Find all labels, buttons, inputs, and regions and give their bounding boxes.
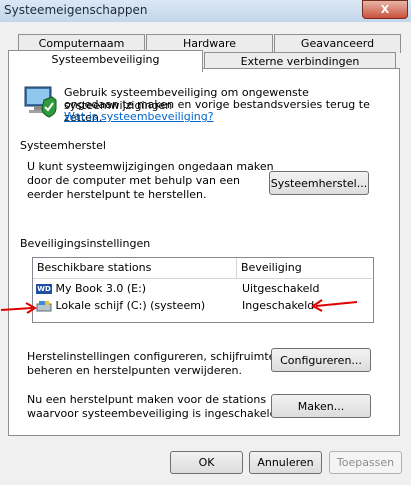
wd-drive-icon: WD — [36, 284, 52, 294]
ok-button[interactable]: OK — [170, 451, 243, 474]
column-header-stations[interactable]: Beschikbare stations — [33, 258, 237, 279]
drive-name: My Book 3.0 (E:) — [55, 282, 147, 295]
list-item[interactable]: WD My Book 3.0 (E:) — [36, 282, 146, 295]
drive-status: Ingeschakeld — [242, 299, 315, 312]
tab-geavanceerd[interactable]: Geavanceerd — [274, 34, 401, 53]
red-arrow-icon — [311, 299, 358, 312]
cancel-button[interactable]: Annuleren — [249, 451, 322, 474]
configure-text-1: Herstelinstellingen configureren, schijf… — [27, 350, 276, 363]
protection-section-header: Beveiligingsinstellingen — [20, 237, 151, 250]
create-text-2: waarvoor systeembeveiliging is ingeschak… — [27, 407, 281, 420]
configure-text-2: beheren en herstelpunten verwijderen. — [27, 364, 243, 377]
restore-text-1: U kunt systeemwijzigingen ongedaan maken — [27, 160, 274, 173]
title-bar: Systeemeigenschappen X — [0, 0, 411, 22]
configure-button[interactable]: Configureren... — [271, 348, 371, 372]
section-divider — [372, 148, 373, 149]
close-button[interactable]: X — [362, 0, 408, 19]
system-restore-button[interactable]: Systeemherstel... — [269, 171, 369, 195]
help-link[interactable]: Wat is systeembeveiliging? — [64, 110, 214, 123]
create-text-1: Nu een herstelpunt maken voor de station… — [27, 393, 267, 406]
restore-text-2: door de computer met behulp van een — [27, 174, 241, 187]
tab-systeembeveiliging[interactable]: Systeembeveiliging — [8, 50, 203, 72]
drive-status: Uitgeschakeld — [242, 282, 320, 295]
create-button[interactable]: Maken... — [271, 394, 371, 418]
window-title: Systeemeigenschappen — [4, 3, 148, 17]
red-arrow-icon — [0, 302, 37, 314]
column-header-beveiliging[interactable]: Beveiliging — [237, 258, 372, 279]
apply-button[interactable]: Toepassen — [329, 451, 402, 474]
list-item[interactable]: Lokale schijf (C:) (systeem) — [36, 299, 205, 312]
shield-computer-icon — [22, 83, 58, 119]
restore-section-header: Systeemherstel — [20, 139, 106, 152]
restore-text-3: eerder herstelpunt te herstellen. — [27, 188, 207, 201]
drive-name: Lokale schijf (C:) (systeem) — [55, 299, 206, 312]
